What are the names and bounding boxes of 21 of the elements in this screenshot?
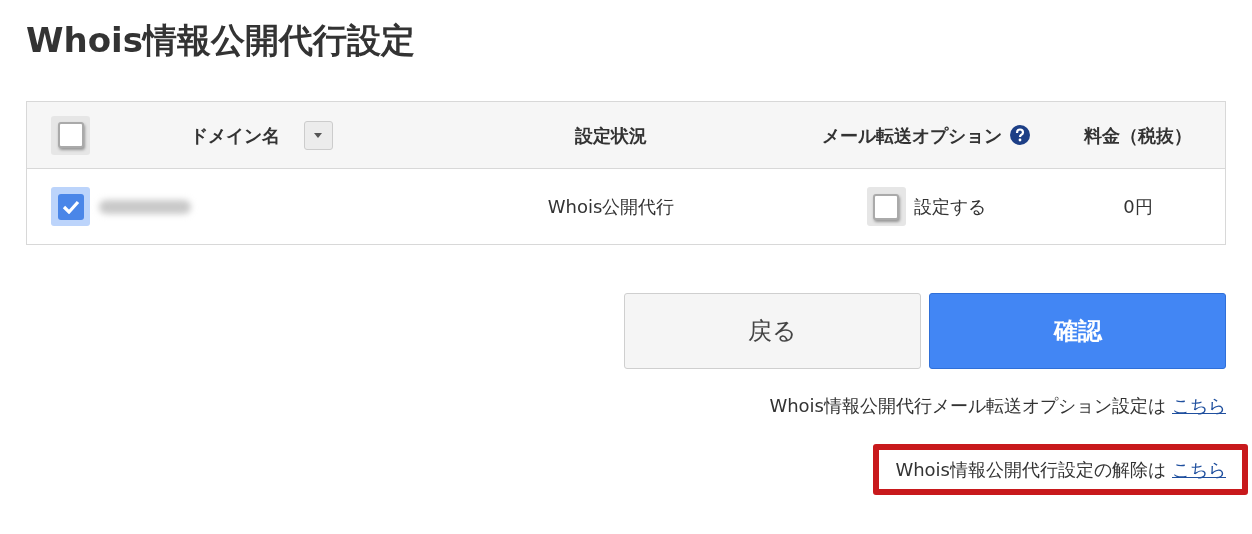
note-text: Whois情報公開代行設定の解除は [895,458,1166,482]
check-icon [61,199,80,214]
here-link[interactable]: こちら [1172,456,1226,483]
sort-button[interactable] [303,120,333,150]
checkbox[interactable] [51,115,90,155]
column-header: 料金（税抜） [1084,123,1192,148]
table-cell-text: 0円 [1123,195,1153,219]
here-link[interactable]: こちら [1172,392,1226,419]
page-title: Whois情報公開代行設定 [26,19,415,62]
confirm-button[interactable]: 確認 [929,293,1226,369]
table-cell-text: Whois公開代行 [547,195,675,219]
note-text: Whois情報公開代行メール転送オプション設定は [769,394,1166,418]
back-button[interactable]: 戻る [624,293,921,369]
checkbox-label: 設定する [913,195,986,219]
checkbox[interactable] [51,187,90,226]
column-header: メール転送オプション [822,123,1002,148]
column-header: ドメイン名 [189,123,280,148]
column-header: 設定状況 [575,123,647,148]
caret-icon [314,132,322,138]
checkbox[interactable] [866,187,906,226]
help-icon[interactable] [1010,125,1030,145]
